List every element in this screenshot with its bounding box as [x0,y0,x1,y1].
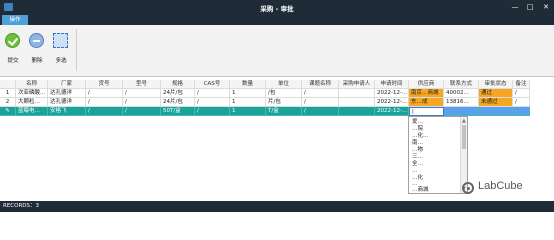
column-header[interactable]: CAS号 [195,80,230,89]
cell-model[interactable]: / [123,107,161,116]
column-header[interactable]: 规格 [161,80,195,89]
window-title: 采购 - 审批 [260,5,294,13]
scroll-up-arrow-icon[interactable]: ▲ [462,118,466,124]
cell-manufacturer[interactable]: 安格飞 [48,107,86,116]
multi-select-icon [53,33,68,48]
column-header[interactable]: 课题名称 [302,80,339,89]
column-header[interactable]: 采购申请人 [339,80,375,89]
cell-remark[interactable]: / [513,89,530,98]
column-header[interactable]: 供应商 [409,80,444,89]
ribbon-tab-bar: 操作 [0,14,554,25]
cell-project[interactable]: / [302,89,339,98]
cell-quantity[interactable]: 1 [230,98,266,107]
cell-name[interactable]: 大颗粒… [16,98,48,107]
delete-button[interactable]: 删除 [26,30,48,66]
cell-approval-status[interactable] [479,107,513,116]
table-header: 名称 厂家 货号 型号 规格 CAS号 数量 单位 课题名称 采购申请人 申请时… [0,80,530,89]
cell-unit[interactable]: 片/包 [266,98,302,107]
cell-quantity[interactable]: 1 [230,89,266,98]
column-header[interactable]: 型号 [123,80,161,89]
column-header[interactable]: 单位 [266,80,302,89]
column-header[interactable]: 厂家 [48,80,86,89]
cell-contact[interactable]: 40002… [444,89,479,98]
cell-unit[interactable]: T/盒 [266,107,302,116]
close-button[interactable]: ✕ [540,2,552,12]
cell-name[interactable]: 次亚磷酸… [16,89,48,98]
column-header[interactable]: 审批状态 [479,80,513,89]
cell-cas[interactable]: / [195,107,230,116]
cell-cas[interactable]: / [195,89,230,98]
cell-model[interactable]: / [123,89,161,98]
title-bar: 采购 - 审批 — □ ✕ [0,0,554,14]
cell-apply-time[interactable]: 2022-12-… [375,107,409,116]
table-row-editing[interactable]: ✎ 蓝莓电… 安格飞 / / 50T/盒 / 1 T/盒 / 2022-12-…… [0,107,530,116]
status-bar: RECORDS：3 [0,201,554,212]
table-row[interactable]: 1 次亚磷酸… 达孔德洋 / / 24片/包 / 1 /包 / 2022-12-… [0,89,530,98]
cell-project[interactable]: / [302,107,339,116]
cell-name[interactable]: 蓝莓电… [16,107,48,116]
cell-applicant[interactable] [339,89,375,98]
table-row[interactable]: 2 大颗粒… 达孔德洋 / / 24片/包 / 1 片/包 / 2022-12-… [0,98,530,107]
cell-supplier[interactable]: 东…成 [409,98,444,107]
cell-item-number[interactable]: / [86,89,123,98]
ribbon-toolbar: 提交 删除 多选 [0,25,554,77]
cell-manufacturer[interactable]: 达孔德洋 [48,98,86,107]
cell-cas[interactable]: / [195,98,230,107]
labcube-logo-icon [462,182,474,194]
cell-supplier[interactable]: 南京…商城 [409,89,444,98]
cell-contact[interactable] [444,107,479,116]
cell-project[interactable]: / [302,98,339,107]
cell-approval-status[interactable]: 通过 [479,89,513,98]
cell-manufacturer[interactable]: 达孔德洋 [48,89,86,98]
tab-operations[interactable]: 操作 [2,15,28,25]
supplier-select[interactable]: | [409,107,444,116]
cell-remark[interactable] [513,107,530,116]
cell-remark[interactable]: / [513,98,530,107]
column-header[interactable]: 数量 [230,80,266,89]
column-header[interactable]: 申请时间 [375,80,409,89]
dropdown-option[interactable]: …商城 [412,186,429,194]
maximize-button[interactable]: □ [524,2,536,12]
multi-select-label: 多选 [55,58,67,64]
records-count: RECORDS：3 [3,203,40,209]
column-header[interactable]: 联系方式 [444,80,479,89]
row-number: 1 [0,89,16,98]
cell-apply-time[interactable]: 2022-12-… [375,98,409,107]
watermark-text: LabCube [478,180,523,192]
cell-approval-status[interactable]: 未通过 [479,98,513,107]
supplier-dropdown-list[interactable]: 爱… …院 …化… 南… …物 三… 全… … …化 … …商城 ▲ ▼ [408,116,468,194]
cell-spec[interactable]: 50T/盒 [161,107,195,116]
submit-button[interactable]: 提交 [2,30,24,66]
cell-contact[interactable]: 13816… [444,98,479,107]
row-number: 2 [0,98,16,107]
check-icon [5,33,20,48]
cell-applicant[interactable] [339,107,375,116]
edit-pencil-icon: ✎ [0,107,16,116]
column-header[interactable]: 名称 [16,80,48,89]
cell-item-number[interactable]: / [86,107,123,116]
minus-icon [29,33,44,48]
column-header[interactable]: 备注 [513,80,530,89]
cell-model[interactable]: / [123,98,161,107]
row-number-header [0,80,16,89]
minimize-button[interactable]: — [509,2,521,12]
column-header[interactable]: 货号 [86,80,123,89]
cell-spec[interactable]: 24片/包 [161,98,195,107]
scrollbar-thumb[interactable] [462,125,466,149]
cell-spec[interactable]: 24片/包 [161,89,195,98]
ribbon-divider [76,29,77,71]
cell-applicant[interactable] [339,98,375,107]
cell-quantity[interactable]: 1 [230,107,266,116]
cell-item-number[interactable]: / [86,98,123,107]
cell-apply-time[interactable]: 2022-12-… [375,89,409,98]
cell-unit[interactable]: /包 [266,89,302,98]
multi-select-button[interactable]: 多选 [50,30,72,66]
